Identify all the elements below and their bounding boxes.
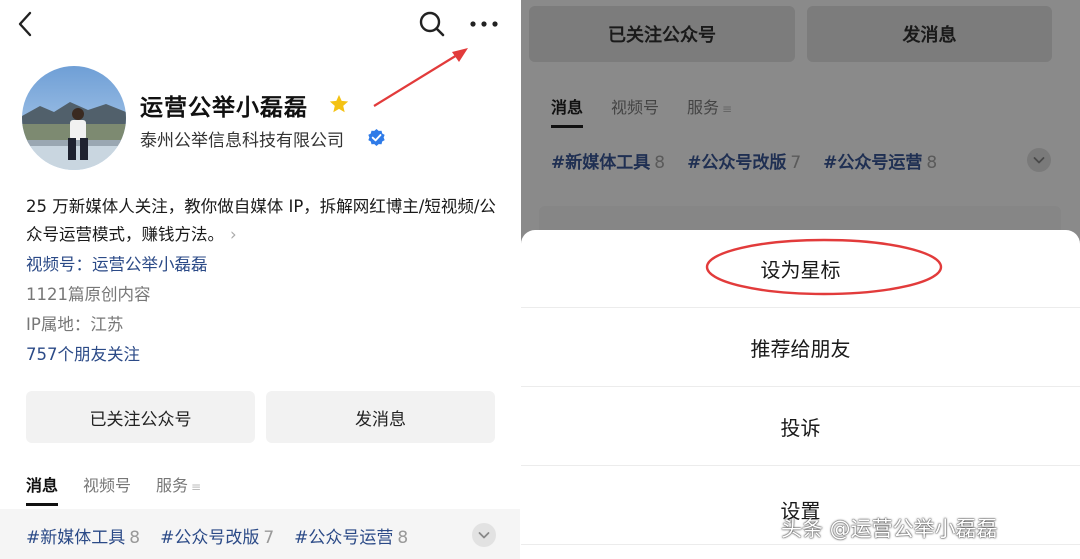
channel-link[interactable]: 视频号：运营公举小磊磊 bbox=[26, 251, 208, 275]
tag-count: 8 bbox=[926, 153, 938, 173]
account-name: 运营公举小磊磊 bbox=[140, 95, 308, 121]
tab-services: 服务 ≡ bbox=[687, 94, 732, 126]
search-icon[interactable] bbox=[418, 10, 446, 38]
topic-tags: #新媒体工具 8 #公众号改版 7 #公众号运营 8 bbox=[551, 148, 937, 173]
tab-services[interactable]: 服务 ≡ bbox=[156, 472, 201, 504]
account-profile-panel: 运营公举小磊磊 泰州公举信息科技有限公司 25 万新媒体人关注，教你做自媒体 I… bbox=[0, 0, 520, 559]
set-star-button[interactable]: 设为星标 bbox=[521, 230, 1080, 308]
tag-count: 8 bbox=[397, 528, 409, 548]
more-menu-panel: 已关注公众号 发消息 消息 视频号 服务 ≡ #新媒体工具 8 #公众号改版 7 #公… bbox=[521, 0, 1080, 559]
company-name[interactable]: 泰州公举信息科技有限公司 bbox=[140, 126, 344, 151]
tag-label: #公众号运营 bbox=[823, 153, 923, 173]
friends-follow-count[interactable]: 757个朋友关注 bbox=[26, 341, 140, 365]
content-tabs: 消息 视频号 服务 ≡ bbox=[26, 472, 201, 506]
verified-icon bbox=[368, 128, 385, 147]
topic-tags-bar: #新媒体工具 8 #公众号改版 7 #公众号运营 8 bbox=[0, 509, 520, 559]
chevron-right-icon: › bbox=[230, 225, 237, 244]
tab-label: 视频号 bbox=[83, 476, 132, 495]
action-sheet: 设为星标 推荐给朋友 投诉 设置 bbox=[521, 230, 1080, 559]
avatar[interactable] bbox=[22, 66, 126, 170]
menu-icon: ≡ bbox=[191, 480, 202, 494]
topic-tag: #公众号运营 8 bbox=[823, 148, 937, 173]
star-icon bbox=[329, 94, 349, 113]
recommend-to-friend-button[interactable]: 推荐给朋友 bbox=[521, 309, 1080, 387]
avatar-photo bbox=[22, 66, 126, 170]
tag-label: #公众号运营 bbox=[294, 528, 394, 548]
topic-tag[interactable]: #新媒体工具 8 bbox=[26, 523, 140, 548]
tag-count: 8 bbox=[654, 153, 666, 173]
content-tabs: 消息 视频号 服务 ≡ bbox=[551, 94, 732, 128]
tag-count: 7 bbox=[263, 528, 275, 548]
topic-tag: #新媒体工具 8 bbox=[551, 148, 665, 173]
tag-label: #新媒体工具 bbox=[26, 528, 126, 548]
tab-label: 服务 bbox=[687, 98, 720, 117]
tab-messages[interactable]: 消息 bbox=[26, 472, 59, 506]
more-icon[interactable] bbox=[468, 14, 500, 34]
followed-button[interactable]: 已关注公众号 bbox=[26, 391, 255, 443]
tab-label: 视频号 bbox=[611, 98, 660, 117]
tab-label: 消息 bbox=[26, 476, 59, 495]
chevron-down-icon[interactable] bbox=[472, 523, 496, 547]
tab-label: 消息 bbox=[551, 98, 584, 117]
tab-label: 服务 bbox=[156, 476, 189, 495]
tag-label: #公众号改版 bbox=[160, 528, 260, 548]
tag-count: 8 bbox=[129, 528, 141, 548]
followed-button: 已关注公众号 bbox=[529, 6, 795, 62]
account-intro[interactable]: 25 万新媒体人关注，教你做自媒体 IP，拆解网红博主/短视频/公众号运营模式，… bbox=[26, 193, 502, 249]
back-icon[interactable] bbox=[14, 10, 38, 38]
original-content-count: 1121篇原创内容 bbox=[26, 285, 151, 304]
watermark: 头条 @运营公举小磊磊 bbox=[781, 517, 998, 541]
tag-count: 7 bbox=[790, 153, 802, 173]
tab-messages: 消息 bbox=[551, 94, 584, 128]
intro-text: 25 万新媒体人关注，教你做自媒体 IP，拆解网红博主/短视频/公众号运营模式，… bbox=[26, 197, 496, 244]
send-message-button: 发消息 bbox=[807, 6, 1052, 62]
chevron-down-icon bbox=[1027, 148, 1051, 172]
topic-tag[interactable]: #公众号改版 7 bbox=[160, 523, 274, 548]
report-button[interactable]: 投诉 bbox=[521, 388, 1080, 466]
tag-label: #公众号改版 bbox=[687, 153, 787, 173]
topic-tag: #公众号改版 7 bbox=[687, 148, 801, 173]
ip-location: IP属地：江苏 bbox=[26, 315, 124, 334]
send-message-button[interactable]: 发消息 bbox=[266, 391, 495, 443]
tab-channels[interactable]: 视频号 bbox=[83, 472, 131, 504]
menu-icon: ≡ bbox=[722, 102, 733, 116]
tab-channels: 视频号 bbox=[611, 94, 659, 126]
tag-label: #新媒体工具 bbox=[551, 153, 651, 173]
topic-tag[interactable]: #公众号运营 8 bbox=[294, 523, 408, 548]
